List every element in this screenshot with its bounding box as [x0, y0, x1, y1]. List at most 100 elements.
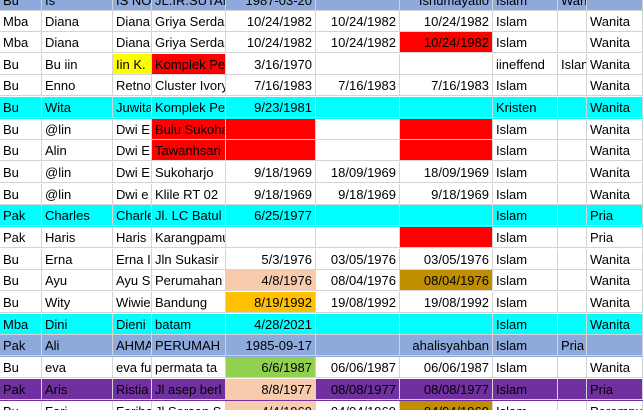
table-cell[interactable] — [226, 227, 316, 248]
table-cell[interactable]: Islam — [493, 162, 558, 183]
table-cell[interactable]: Retno — [113, 75, 152, 96]
table-cell[interactable]: Wita — [42, 97, 113, 118]
table-cell[interactable]: Perumahan — [152, 270, 226, 291]
table-cell[interactable]: Dwi e — [113, 184, 152, 205]
table-cell[interactable]: Islam — [493, 75, 558, 96]
table-cell[interactable]: Pak — [0, 227, 42, 248]
table-cell[interactable]: Charle — [113, 205, 152, 226]
table-cell[interactable]: 03/05/1976 — [316, 249, 400, 270]
table-cell[interactable]: Wanita — [587, 140, 643, 161]
table-cell[interactable]: Jln Sukasir — [152, 249, 226, 270]
table-cell[interactable]: Fariha — [113, 401, 152, 410]
table-cell[interactable] — [316, 140, 400, 161]
table-cell[interactable] — [400, 205, 493, 226]
table-cell[interactable] — [558, 119, 587, 140]
table-cell[interactable]: Bu — [0, 162, 42, 183]
table-cell[interactable]: Ali — [42, 335, 113, 356]
table-cell[interactable]: Dieni — [113, 314, 152, 335]
table-cell[interactable]: Haris — [113, 227, 152, 248]
table-cell[interactable] — [558, 314, 587, 335]
table-cell[interactable] — [400, 54, 493, 75]
table-cell[interactable]: Dwi E — [113, 162, 152, 183]
table-cell[interactable] — [558, 75, 587, 96]
table-cell[interactable]: Komplek Pe — [152, 54, 226, 75]
table-cell[interactable] — [400, 97, 493, 118]
table-cell[interactable]: Erna I — [113, 249, 152, 270]
table-cell[interactable]: 3/16/1970 — [226, 54, 316, 75]
table-cell[interactable]: Griya Serda — [152, 32, 226, 53]
table-cell[interactable]: ahalisyahban — [400, 335, 493, 356]
table-cell[interactable] — [226, 119, 316, 140]
table-cell[interactable]: Haris — [42, 227, 113, 248]
table-cell[interactable] — [316, 335, 400, 356]
table-cell[interactable]: Pak — [0, 205, 42, 226]
table-cell[interactable]: Islam — [493, 11, 558, 32]
table-cell[interactable]: 4/28/2021 — [226, 314, 316, 335]
table-cell[interactable]: Wanita — [587, 54, 643, 75]
table-cell[interactable]: Jl Sersan S — [152, 401, 226, 410]
table-cell[interactable]: Wanita — [587, 119, 643, 140]
table-cell[interactable]: Karangpamulang ,mandalajati Bandung — [152, 227, 226, 248]
table-cell[interactable]: 10/24/1982 — [316, 32, 400, 53]
table-cell[interactable]: Klile RT 02 — [152, 184, 226, 205]
table-cell[interactable] — [226, 140, 316, 161]
table-cell[interactable]: Tawanhsari Sukoharjo — [152, 140, 226, 161]
table-cell[interactable] — [558, 11, 587, 32]
table-cell[interactable]: Islam — [493, 314, 558, 335]
table-cell[interactable]: 6/25/1977 — [226, 205, 316, 226]
table-cell[interactable]: batam — [152, 314, 226, 335]
table-cell[interactable] — [316, 0, 400, 11]
table-cell[interactable]: Dwi E — [113, 140, 152, 161]
table-cell[interactable]: 06/06/1987 — [316, 357, 400, 378]
table-cell[interactable]: Pria — [558, 335, 587, 356]
table-cell[interactable]: iineffend — [493, 54, 558, 75]
table-cell[interactable]: IS NO — [113, 0, 152, 11]
table-cell[interactable]: Sukoharjo — [152, 162, 226, 183]
table-cell[interactable] — [316, 205, 400, 226]
table-cell[interactable] — [558, 162, 587, 183]
table-cell[interactable]: Bu — [0, 357, 42, 378]
table-cell[interactable] — [558, 32, 587, 53]
table-cell[interactable]: Bu — [0, 97, 42, 118]
table-cell[interactable] — [587, 335, 643, 356]
table-cell[interactable]: Bu — [0, 270, 42, 291]
table-cell[interactable]: Cluster Ivory — [152, 75, 226, 96]
table-cell[interactable]: 9/18/1969 — [226, 184, 316, 205]
table-cell[interactable]: Bu iin — [42, 54, 113, 75]
table-cell[interactable]: Komplek Pe — [152, 97, 226, 118]
table-cell[interactable]: eva — [42, 357, 113, 378]
table-cell[interactable] — [316, 227, 400, 248]
table-cell[interactable]: 04/04/1969 — [316, 401, 400, 410]
table-cell[interactable] — [558, 184, 587, 205]
table-cell[interactable]: JL.IR.SUTAMI — [152, 0, 226, 11]
table-cell[interactable]: PERUMAH — [152, 335, 226, 356]
table-cell[interactable]: Bu — [0, 75, 42, 96]
table-cell[interactable] — [316, 54, 400, 75]
table-cell[interactable]: Bandung — [152, 292, 226, 313]
table-cell[interactable]: 9/18/1969 — [316, 184, 400, 205]
table-cell[interactable] — [558, 140, 587, 161]
table-cell[interactable]: 7/16/1983 — [226, 75, 316, 96]
spreadsheet-grid[interactable]: BuIsIS NOJL.IR.SUTAMI1987-03-20Ishumayat… — [0, 0, 643, 410]
table-cell[interactable]: 10/24/1982 — [400, 11, 493, 32]
table-cell[interactable] — [558, 97, 587, 118]
table-cell[interactable]: Islam — [493, 119, 558, 140]
table-cell[interactable]: 4/8/1976 — [226, 270, 316, 291]
table-cell[interactable]: Wanita — [587, 184, 643, 205]
table-cell[interactable]: 1987-03-20 — [226, 0, 316, 11]
table-cell[interactable]: Diana — [42, 32, 113, 53]
table-cell[interactable]: Diana — [113, 32, 152, 53]
table-cell[interactable]: 18/09/1969 — [316, 162, 400, 183]
table-cell[interactable]: 8/19/1992 — [226, 292, 316, 313]
table-cell[interactable]: Wanita — [587, 32, 643, 53]
table-cell[interactable]: 08/04/1976 — [400, 270, 493, 291]
table-cell[interactable]: 10/24/1982 — [226, 32, 316, 53]
table-cell[interactable]: 19/08/1992 — [400, 292, 493, 313]
table-cell[interactable]: Ishumayatio — [400, 0, 493, 11]
table-cell[interactable]: Perempu — [587, 401, 643, 410]
table-cell[interactable]: Wanita — [587, 292, 643, 313]
table-cell[interactable]: Diana — [42, 11, 113, 32]
table-cell[interactable]: Islam — [493, 32, 558, 53]
table-cell[interactable]: Islam — [493, 335, 558, 356]
table-cell[interactable]: permata ta — [152, 357, 226, 378]
